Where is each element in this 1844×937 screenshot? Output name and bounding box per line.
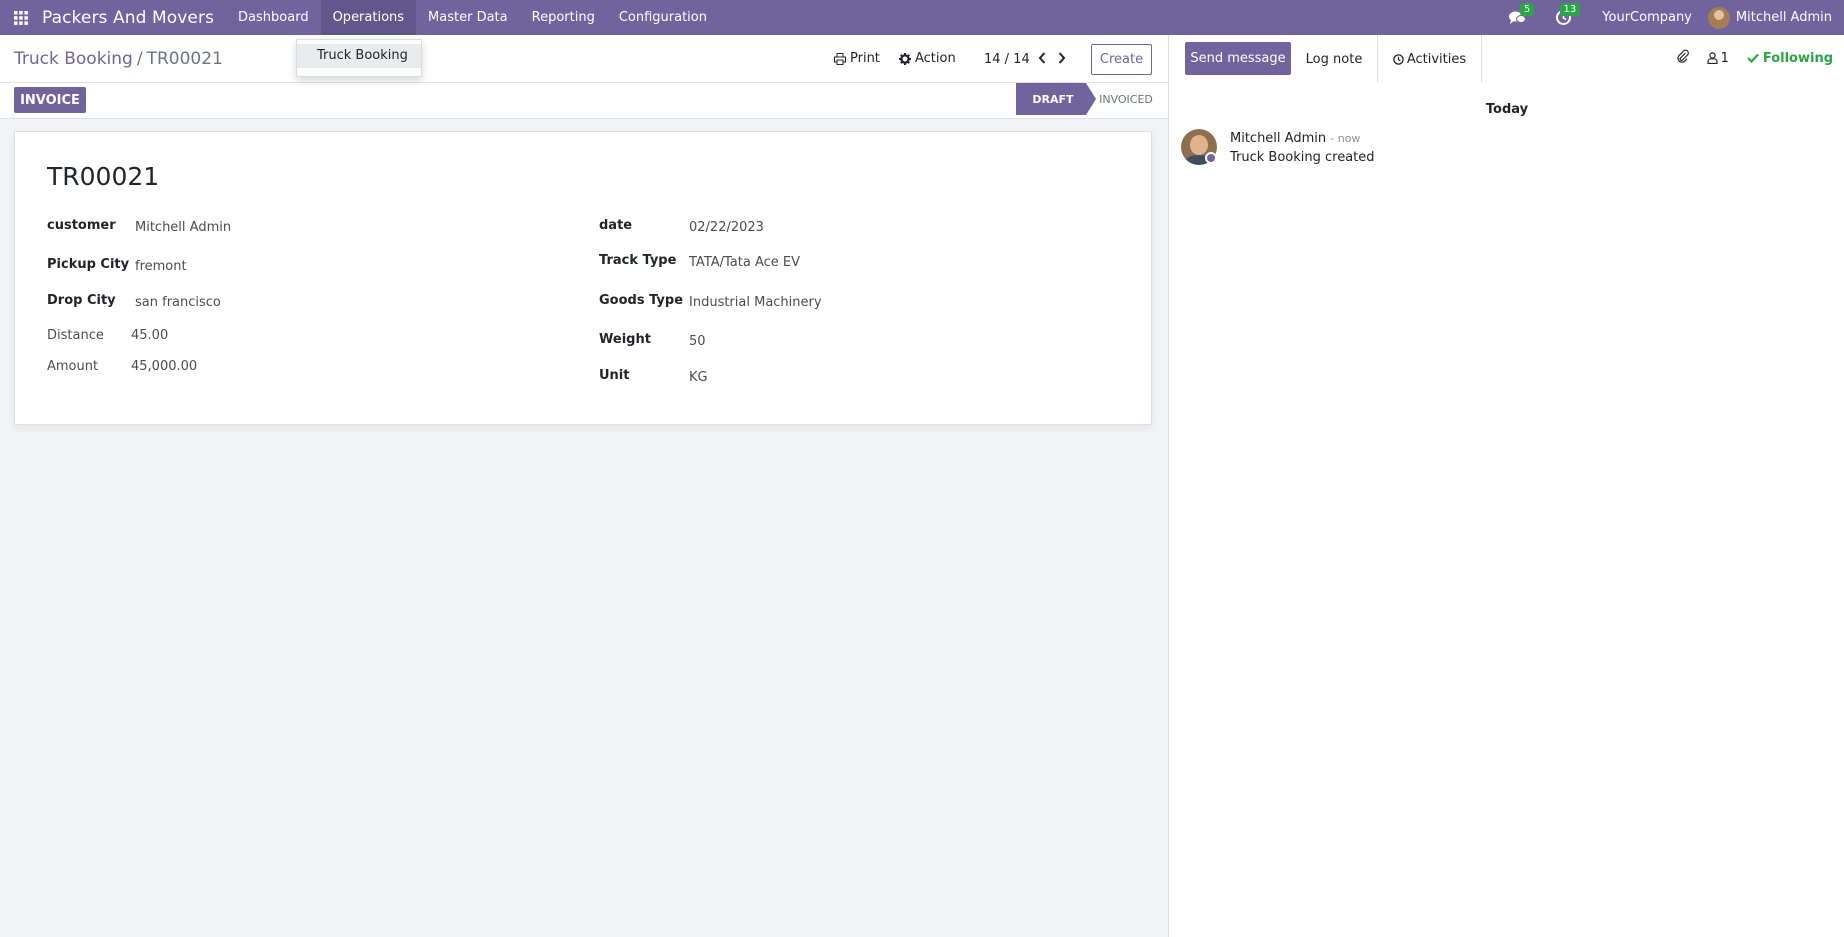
record-name[interactable]: TR00021 <box>47 162 159 191</box>
chatter-panel: Send message Log note Activities 1 Follo… <box>1168 35 1844 937</box>
print-icon <box>834 52 846 65</box>
company-switcher[interactable]: YourCompany <box>1586 10 1708 25</box>
customer-label: customer <box>47 218 116 233</box>
send-message-button[interactable]: Send message <box>1185 42 1291 75</box>
menu-operations[interactable]: Operations <box>320 0 417 35</box>
chevron-right-icon <box>1058 52 1066 64</box>
operations-dropdown: Truck Booking <box>296 39 422 77</box>
goods-type-label: Goods Type <box>599 293 684 308</box>
dropdown-item-truck-booking[interactable]: Truck Booking <box>297 44 421 68</box>
action-label: Action <box>915 51 956 66</box>
message-time: - now <box>1330 132 1361 145</box>
messaging-menu[interactable]: 5 <box>1494 0 1540 35</box>
track-type-label: Track Type <box>599 253 677 268</box>
following-label: Following <box>1762 50 1833 66</box>
followers-button[interactable]: 1 <box>1706 50 1729 66</box>
invoice-button[interactable]: INVOICE <box>14 87 86 113</box>
pager-next-button[interactable] <box>1054 50 1070 66</box>
menu-master-data[interactable]: Master Data <box>416 0 520 35</box>
activities-menu[interactable]: 13 <box>1540 0 1586 35</box>
messages-count-badge: 5 <box>1519 3 1535 16</box>
date-separator: Today <box>1485 102 1529 117</box>
print-label: Print <box>850 51 880 66</box>
gear-icon <box>899 52 911 65</box>
breadcrumb-separator: / <box>136 49 143 69</box>
stage-draft[interactable]: DRAFT <box>1016 83 1096 115</box>
breadcrumb: Truck Booking / TR00021 <box>14 49 223 69</box>
create-button[interactable]: Create <box>1091 44 1152 75</box>
pager-previous-button[interactable] <box>1034 50 1050 66</box>
user-name: Mitchell Admin <box>1735 10 1832 25</box>
control-panel: Truck Booking / TR00021 Print Action 14 / … <box>0 35 1168 83</box>
activities-count-badge: 13 <box>1559 3 1581 16</box>
check-icon <box>1747 53 1759 63</box>
user-avatar <box>1707 6 1730 29</box>
app-name[interactable]: Packers And Movers <box>42 8 226 28</box>
pickup-city-label: Pickup City <box>47 257 130 272</box>
action-button[interactable]: Action <box>899 51 956 66</box>
chatter-topbar: Send message Log note Activities 1 Follo… <box>1169 35 1844 83</box>
activities-label: Activities <box>1406 51 1467 67</box>
apps-grid-icon[interactable] <box>0 0 42 35</box>
clock-icon <box>1393 53 1404 65</box>
amount-field[interactable]: 45,000.00 <box>131 359 197 374</box>
breadcrumb-current: TR00021 <box>146 49 223 69</box>
amount-label: Amount <box>47 359 99 374</box>
goods-type-field[interactable]: Industrial Machinery <box>689 295 822 310</box>
message-author[interactable]: Mitchell Admin <box>1230 131 1326 146</box>
pager-value[interactable]: 14 / 14 <box>984 52 1030 67</box>
unit-field[interactable]: KG <box>689 370 708 385</box>
unit-label: Unit <box>599 368 630 383</box>
print-button[interactable]: Print <box>834 51 880 66</box>
log-note-button[interactable]: Log note <box>1291 35 1378 83</box>
date-label: date <box>599 218 633 233</box>
menu-configuration[interactable]: Configuration <box>607 0 719 35</box>
message-author-line: Mitchell Admin - now <box>1230 131 1360 146</box>
breadcrumb-parent[interactable]: Truck Booking <box>14 49 133 69</box>
stage-invoiced[interactable]: INVOICED <box>1096 83 1156 115</box>
top-navbar: Packers And Movers Dashboard Operations … <box>0 0 1844 35</box>
customer-field[interactable]: Mitchell Admin <box>135 220 231 235</box>
distance-field[interactable]: 45.00 <box>131 328 168 343</box>
user-menu[interactable]: Mitchell Admin <box>1707 6 1844 29</box>
online-status-dot <box>1205 152 1217 164</box>
statusbar: INVOICE DRAFT INVOICED <box>0 83 1168 119</box>
user-icon <box>1706 52 1718 64</box>
track-type-field[interactable]: TATA/Tata Ace EV <box>689 255 800 270</box>
drop-city-field[interactable]: san francisco <box>135 295 221 310</box>
menu-dashboard[interactable]: Dashboard <box>226 0 321 35</box>
pickup-city-field[interactable]: fremont <box>135 259 187 274</box>
message-body: Truck Booking created <box>1230 150 1375 165</box>
date-field[interactable]: 02/22/2023 <box>689 220 764 235</box>
chevron-left-icon <box>1038 52 1046 64</box>
menu-reporting[interactable]: Reporting <box>520 0 607 35</box>
distance-label: Distance <box>47 328 104 343</box>
attachment-button[interactable] <box>1677 49 1689 67</box>
weight-label: Weight <box>599 332 651 347</box>
form-sheet: TR00021 customer Mitchell Admin Pickup C… <box>14 131 1152 425</box>
followers-count: 1 <box>1720 50 1729 66</box>
drop-city-label: Drop City <box>47 293 116 308</box>
following-button[interactable]: Following <box>1747 51 1833 66</box>
activities-button[interactable]: Activities <box>1378 35 1482 83</box>
paperclip-icon <box>1677 49 1689 63</box>
weight-field[interactable]: 50 <box>689 334 706 349</box>
